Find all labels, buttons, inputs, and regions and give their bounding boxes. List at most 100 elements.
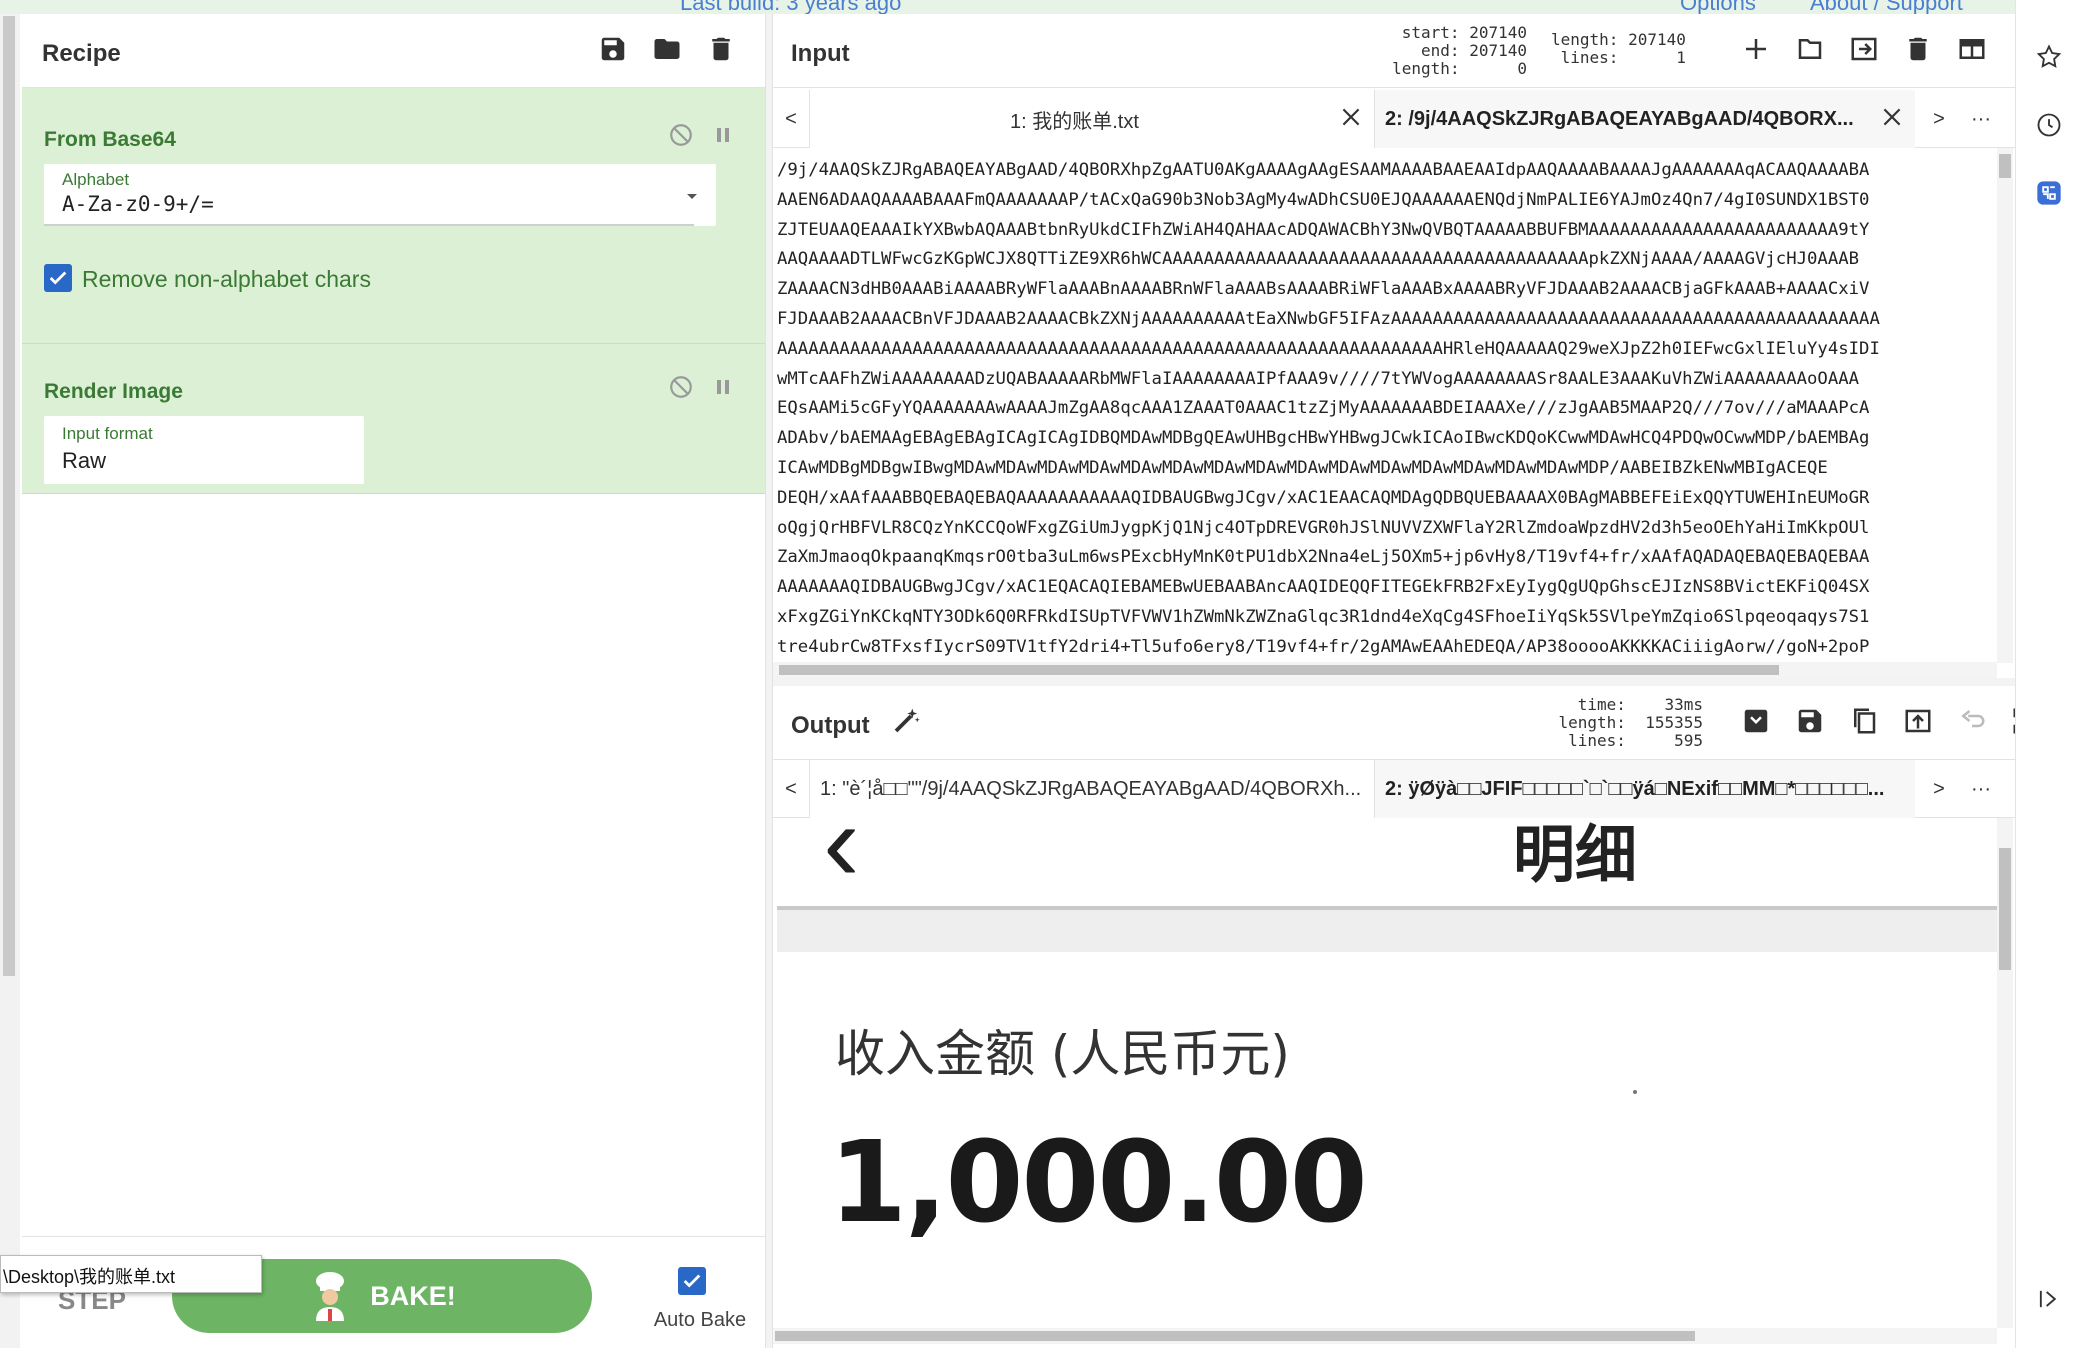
output-header: Output time: 33ms length: 155355 lines: …: [773, 686, 2039, 760]
input-line: AAAAAAAAAAAAAAAAAAAAAAAAAAAAAAAAAAAAAAAA…: [777, 338, 1880, 359]
vertical-divider[interactable]: [765, 14, 773, 1348]
pause-operation-icon[interactable]: [708, 120, 738, 150]
close-icon[interactable]: [1338, 104, 1364, 130]
alphabet-label: Alphabet: [62, 170, 130, 189]
operation-title: From Base64: [44, 128, 176, 151]
auto-bake-label: Auto Bake: [653, 1309, 747, 1331]
recipe-header: Recipe: [22, 14, 765, 88]
output-tab-1[interactable]: 1: "è´¦å□□""/9j/4AAQSkZJRgABAQEAYABgAAD/…: [809, 760, 1375, 818]
input-tab-2-label: 2: /9j/4AAQSkZJRgABAQEAYABgAAD/4QBORX...: [1385, 107, 1854, 130]
load-recipe-icon[interactable]: [650, 32, 684, 66]
operation-render-image[interactable]: Render Image Input format Raw: [22, 344, 765, 494]
input-vertical-scrollbar[interactable]: [1997, 148, 2013, 663]
input-horizontal-scrollbar-thumb[interactable]: [779, 665, 1779, 675]
input-line: ZAAAACN3dHB0AAABiAAAABRyWFlaAAABnAAAABRn…: [777, 279, 1870, 300]
remove-non-alphabet-checkbox[interactable]: [44, 264, 72, 292]
save-output-icon[interactable]: [1793, 704, 1827, 738]
input-line: AAQAAAADTLWFwcGzKGpWCJX8QTTiZE9XR6hWCAAA…: [777, 249, 1860, 270]
chevron-down-icon[interactable]: [680, 184, 704, 213]
input-line: EQsAAMi5cGFyYQAAAAAAAwAAAAJmZgAA8qcAAA1Z…: [777, 398, 1870, 419]
history-icon[interactable]: [2032, 108, 2066, 142]
input-line: ADAbv/bAEMAAgEBAgEBAgICAgICAgIDBQMDAwMDB…: [777, 428, 1870, 449]
disable-operation-icon[interactable]: [666, 120, 696, 150]
collapse-sidebar-icon[interactable]: [2032, 1282, 2066, 1316]
magic-wand-icon[interactable]: [889, 704, 923, 738]
about-link[interactable]: About / Support: [1810, 0, 1963, 14]
open-folder-icon[interactable]: [1793, 32, 1827, 66]
remove-non-alphabet-label[interactable]: Remove non-alphabet chars: [82, 266, 371, 293]
auto-bake-checkbox[interactable]: [678, 1267, 706, 1295]
back-arrow-icon: ‹: [823, 818, 860, 904]
output-horizontal-scrollbar-thumb[interactable]: [775, 1331, 1695, 1341]
input-title: Input: [791, 40, 850, 67]
input-tab-1[interactable]: 1: 我的账单.txt: [809, 90, 1375, 148]
clear-input-icon[interactable]: [1901, 32, 1935, 66]
close-icon[interactable]: [1879, 104, 1905, 130]
copy-output-icon[interactable]: [1847, 704, 1881, 738]
save-all-icon[interactable]: [1739, 704, 1773, 738]
left-scrollbar[interactable]: [0, 14, 20, 1348]
replace-input-icon[interactable]: [1901, 704, 1935, 738]
input-format-value[interactable]: Raw: [62, 448, 106, 474]
output-tabs: < 1: "è´¦å□□""/9j/4AAQSkZJRgABAQEAYABgAA…: [773, 760, 2015, 818]
image-gray-band: [777, 910, 1997, 952]
output-vertical-scrollbar-thumb[interactable]: [1999, 848, 2011, 970]
operation-from-base64[interactable]: From Base64 Alphabet A-Za-z0-9+/= Remove…: [22, 88, 765, 344]
input-tab-next[interactable]: >: [1921, 90, 1957, 148]
alphabet-field[interactable]: Alphabet A-Za-z0-9+/=: [44, 164, 716, 226]
input-tab-1-label: 1: 我的账单.txt: [1010, 110, 1139, 133]
input-line: ZaXmJmaoqOkpaanqKmqsrO0tba3uLm6wsPExcbHy…: [777, 547, 1870, 568]
input-textarea[interactable]: /9j/4AAQSkZJRgABAQEAYABgAAD/4QBORXhpZgAA…: [773, 148, 1995, 663]
output-horizontal-scrollbar[interactable]: [773, 1328, 1997, 1344]
output-tab-prev[interactable]: <: [773, 760, 809, 818]
alphabet-value[interactable]: A-Za-z0-9+/=: [62, 192, 214, 216]
income-amount: 1,000.00: [829, 1118, 1368, 1248]
input-format-label: Input format: [62, 424, 153, 443]
input-line: oQgjQrHBFVLR8CQzYnKCCQoWFxgZGiUmJygpKjQ1…: [777, 517, 1870, 538]
input-panel: Input start: 207140 end: 207140 length: …: [773, 14, 2015, 678]
pause-operation-icon[interactable]: [708, 372, 738, 402]
output-tab-2[interactable]: 2: ÿØÿà□□JFIF□□□□□`□`□□ÿá□NExif□□MM□*□□□…: [1375, 760, 1915, 818]
output-tab-more[interactable]: ···: [1963, 760, 1999, 818]
last-build-text: Last build: 3 years ago: [680, 0, 902, 14]
output-title: Output: [791, 712, 870, 739]
output-vertical-scrollbar[interactable]: [1997, 818, 2013, 1328]
disable-operation-icon[interactable]: [666, 372, 696, 402]
bake-label: BAKE!: [370, 1280, 456, 1311]
input-tab-prev[interactable]: <: [773, 90, 809, 148]
input-line: AAAAAAAQIDBAUGBwgJCgv/xAC1EQACAQIEBAMEBw…: [777, 577, 1870, 598]
input-tab-more[interactable]: ···: [1963, 90, 1999, 148]
options-link[interactable]: Options: [1680, 0, 1756, 14]
input-line: tre4ubrCw8TFxsfIycrS09TV1tfY2dri4+Tl5ufo…: [777, 636, 1870, 657]
open-file-icon[interactable]: [1847, 32, 1881, 66]
input-tab-2[interactable]: 2: /9j/4AAQSkZJRgABAQEAYABgAAD/4QBORX...: [1375, 90, 1915, 148]
auto-bake[interactable]: Auto Bake: [630, 1267, 770, 1331]
rendered-image: ‹ 明细 收入金额 (人民币元) 1,000.00: [773, 818, 1997, 1328]
clear-recipe-icon[interactable]: [704, 32, 738, 66]
input-tabs: < 1: 我的账单.txt 2: /9j/4AAQSkZJRgABAQEAYAB…: [773, 90, 2015, 148]
undo-icon[interactable]: [1955, 704, 1989, 738]
alphabet-underline: [44, 224, 694, 226]
left-scrollbar-thumb[interactable]: [3, 16, 15, 976]
input-vertical-scrollbar-thumb[interactable]: [1999, 154, 2011, 178]
operation-title: Render Image: [44, 380, 183, 403]
input-selection-stats: start: 207140 end: 207140 length: 0: [1392, 23, 1527, 78]
input-format-field[interactable]: Input format Raw: [44, 416, 364, 484]
output-tab-next[interactable]: >: [1921, 760, 1957, 818]
input-line: ZJTEUAAQEAAAIkYXBwbAQAAABtbnRyUkdCIFhZWi…: [777, 219, 1870, 240]
input-line: /9j/4AAQSkZJRgABAQEAYABgAAD/4QBORXhpZgAA…: [777, 160, 1870, 180]
save-recipe-icon[interactable]: [596, 32, 630, 66]
star-icon[interactable]: [2032, 40, 2066, 74]
top-status-strip: Last build: 3 years ago Options About / …: [0, 0, 2015, 14]
input-line: DEQH/xAAfAAABBQEBAQEBAQAAAAAAAAAAAQIDBAU…: [777, 487, 1870, 508]
image-header-title: 明细: [1513, 818, 1638, 891]
input-line: FJDAAAB2AAAACBnVFJDAAAB2AAAACBkZXNjAAAAA…: [777, 308, 1880, 329]
recipe-panel: Recipe From Base64 Alphabet A-Za-z0-9+/=: [22, 14, 765, 1348]
input-length-stats: length: 207140 lines: 1: [1551, 30, 1686, 67]
add-tab-icon[interactable]: [1739, 32, 1773, 66]
horizontal-divider[interactable]: [773, 678, 2015, 686]
image-speck: [1633, 1090, 1637, 1094]
extension-icon[interactable]: [2032, 176, 2066, 210]
reset-layout-icon[interactable]: [1955, 32, 1989, 66]
input-horizontal-scrollbar[interactable]: [773, 662, 1997, 678]
